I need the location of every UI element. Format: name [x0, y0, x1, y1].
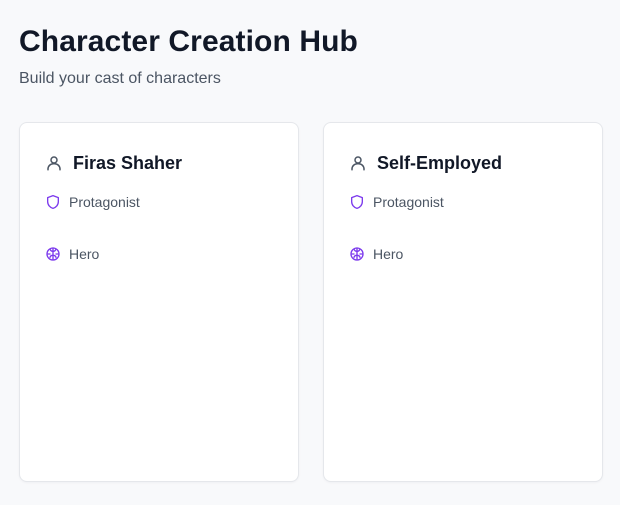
- character-trait-label: Hero: [373, 246, 404, 262]
- user-icon: [45, 154, 63, 172]
- character-trait-label: Hero: [69, 246, 100, 262]
- page-subtitle: Build your cast of characters: [19, 70, 221, 87]
- character-trait: Hero: [349, 244, 403, 264]
- character-name: Firas Shaher: [73, 153, 183, 173]
- character-role-label: Protagonist: [373, 194, 444, 210]
- character-trait: Hero: [45, 244, 99, 264]
- character-card[interactable]: Firas Shaher Protagonist Hero: [19, 122, 299, 482]
- page: Character Creation Hub Build your cast o…: [0, 0, 620, 505]
- brain-icon: [349, 246, 365, 262]
- character-role-label: Protagonist: [69, 194, 140, 210]
- character-name: Self-Employed: [377, 153, 503, 173]
- brain-icon: [45, 246, 61, 262]
- shield-icon: [349, 194, 365, 210]
- user-icon: [349, 154, 367, 172]
- page-title: Character Creation Hub: [19, 25, 358, 58]
- character-role: Protagonist: [349, 192, 444, 212]
- character-grid: Firas Shaher Protagonist Hero Self-Emplo…: [19, 122, 603, 482]
- shield-icon: [45, 194, 61, 210]
- character-card[interactable]: Self-Employed Protagonist Hero: [323, 122, 603, 482]
- character-card-header: Firas Shaher: [45, 151, 182, 175]
- character-role: Protagonist: [45, 192, 140, 212]
- character-card-header: Self-Employed: [349, 151, 502, 175]
